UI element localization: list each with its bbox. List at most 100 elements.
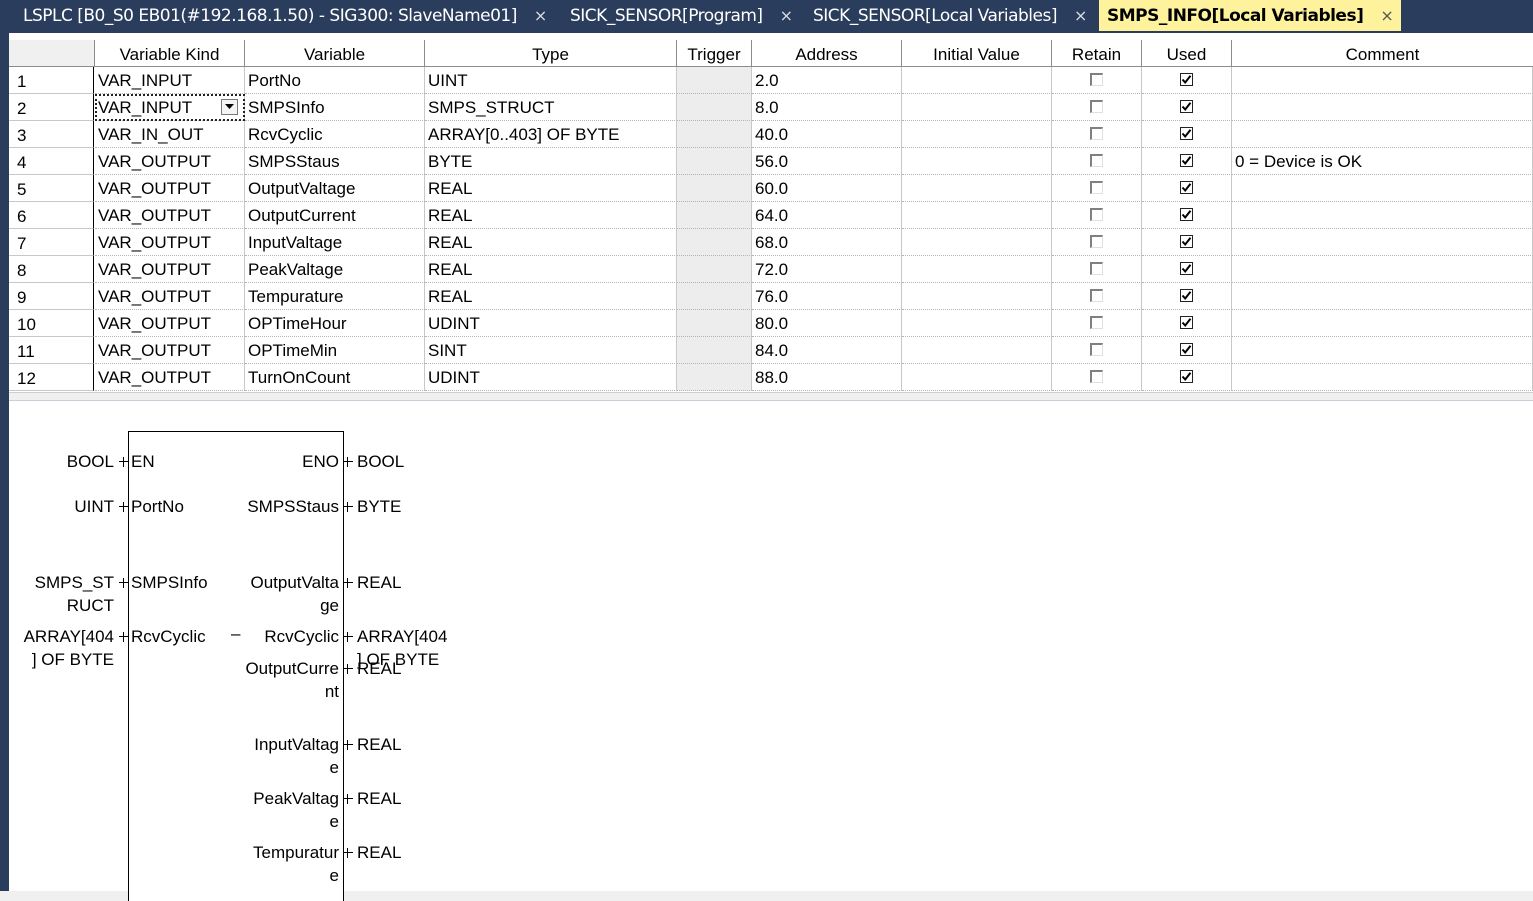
close-icon[interactable]: × (780, 0, 793, 31)
row-number[interactable]: 10 (9, 310, 94, 337)
row-number[interactable]: 1 (9, 67, 94, 94)
variable-kind-cell[interactable]: VAR_OUTPUT (95, 202, 245, 229)
unchecked-checkbox-icon[interactable] (1090, 289, 1103, 303)
retain-checkbox[interactable] (1052, 283, 1142, 310)
initial-value-cell[interactable] (902, 283, 1052, 310)
retain-checkbox[interactable] (1052, 256, 1142, 283)
variable-kind-cell[interactable]: VAR_IN_OUT (95, 121, 245, 148)
unchecked-checkbox-icon[interactable] (1090, 73, 1103, 87)
type-cell[interactable]: REAL (425, 175, 677, 202)
address-cell[interactable]: 56.0 (752, 148, 902, 175)
row-number[interactable]: 5 (9, 175, 94, 202)
comment-cell[interactable] (1232, 175, 1533, 202)
variable-kind-cell[interactable]: VAR_OUTPUT (95, 283, 245, 310)
retain-checkbox[interactable] (1052, 337, 1142, 364)
column-header-trigger[interactable]: Trigger (677, 40, 752, 67)
address-cell[interactable]: 84.0 (752, 337, 902, 364)
close-icon[interactable]: × (1074, 0, 1087, 31)
trigger-cell[interactable] (677, 337, 752, 364)
used-checkbox[interactable] (1142, 94, 1232, 121)
initial-value-cell[interactable] (902, 256, 1052, 283)
trigger-cell[interactable] (677, 283, 752, 310)
used-checkbox[interactable] (1142, 283, 1232, 310)
used-checkbox[interactable] (1142, 202, 1232, 229)
comment-cell[interactable] (1232, 202, 1533, 229)
row-number[interactable]: 8 (9, 256, 94, 283)
checked-checkbox-icon[interactable] (1180, 127, 1193, 141)
used-checkbox[interactable] (1142, 364, 1232, 391)
variable-name-cell[interactable]: SMPSInfo (245, 94, 425, 121)
checked-checkbox-icon[interactable] (1180, 154, 1193, 168)
used-checkbox[interactable] (1142, 121, 1232, 148)
variable-name-cell[interactable]: Tempurature (245, 283, 425, 310)
variable-name-cell[interactable]: PeakValtage (245, 256, 425, 283)
type-cell[interactable]: SMPS_STRUCT (425, 94, 677, 121)
used-checkbox[interactable] (1142, 337, 1232, 364)
unchecked-checkbox-icon[interactable] (1090, 316, 1103, 330)
variable-name-cell[interactable]: PortNo (245, 67, 425, 94)
type-cell[interactable]: BYTE (425, 148, 677, 175)
initial-value-cell[interactable] (902, 67, 1052, 94)
address-cell[interactable]: 64.0 (752, 202, 902, 229)
pane-splitter[interactable] (9, 392, 1533, 401)
type-cell[interactable]: SINT (425, 337, 677, 364)
used-checkbox[interactable] (1142, 229, 1232, 256)
initial-value-cell[interactable] (902, 121, 1052, 148)
comment-cell[interactable] (1232, 229, 1533, 256)
trigger-cell[interactable] (677, 121, 752, 148)
comment-cell[interactable] (1232, 364, 1533, 391)
initial-value-cell[interactable] (902, 202, 1052, 229)
column-header-type[interactable]: Type (425, 40, 677, 67)
used-checkbox[interactable] (1142, 256, 1232, 283)
address-cell[interactable]: 72.0 (752, 256, 902, 283)
trigger-cell[interactable] (677, 94, 752, 121)
initial-value-cell[interactable] (902, 337, 1052, 364)
address-cell[interactable]: 2.0 (752, 67, 902, 94)
checked-checkbox-icon[interactable] (1180, 289, 1193, 303)
column-header-retain[interactable]: Retain (1052, 40, 1142, 67)
comment-cell[interactable] (1232, 310, 1533, 337)
comment-cell[interactable] (1232, 256, 1533, 283)
address-cell[interactable]: 88.0 (752, 364, 902, 391)
address-cell[interactable]: 60.0 (752, 175, 902, 202)
initial-value-cell[interactable] (902, 175, 1052, 202)
address-cell[interactable]: 80.0 (752, 310, 902, 337)
variable-kind-cell[interactable]: VAR_OUTPUT (95, 229, 245, 256)
type-cell[interactable]: ARRAY[0..403] OF BYTE (425, 121, 677, 148)
retain-checkbox[interactable] (1052, 364, 1142, 391)
unchecked-checkbox-icon[interactable] (1090, 127, 1103, 141)
tab-sick-sensor-program[interactable]: SICK_SENSOR[Program] × (570, 0, 793, 31)
used-checkbox[interactable] (1142, 310, 1232, 337)
type-cell[interactable]: UINT (425, 67, 677, 94)
checked-checkbox-icon[interactable] (1180, 208, 1193, 222)
row-number[interactable]: 6 (9, 202, 94, 229)
unchecked-checkbox-icon[interactable] (1090, 181, 1103, 195)
close-icon[interactable]: × (1380, 0, 1393, 31)
trigger-cell[interactable] (677, 175, 752, 202)
retain-checkbox[interactable] (1052, 202, 1142, 229)
comment-cell[interactable] (1232, 94, 1533, 121)
unchecked-checkbox-icon[interactable] (1090, 370, 1103, 384)
column-header-initial-value[interactable]: Initial Value (902, 40, 1052, 67)
comment-cell[interactable] (1232, 67, 1533, 94)
comment-cell[interactable] (1232, 283, 1533, 310)
column-header-used[interactable]: Used (1142, 40, 1232, 67)
unchecked-checkbox-icon[interactable] (1090, 100, 1103, 114)
tab-smps-info-local-variables[interactable]: SMPS_INFO[Local Variables] × (1099, 0, 1402, 31)
variable-kind-cell[interactable]: VAR_INPUT (95, 94, 245, 121)
type-cell[interactable]: REAL (425, 256, 677, 283)
column-header-variable[interactable]: Variable (245, 40, 425, 67)
row-number[interactable]: 4 (9, 148, 94, 175)
variable-name-cell[interactable]: TurnOnCount (245, 364, 425, 391)
retain-checkbox[interactable] (1052, 94, 1142, 121)
checked-checkbox-icon[interactable] (1180, 235, 1193, 249)
initial-value-cell[interactable] (902, 364, 1052, 391)
used-checkbox[interactable] (1142, 175, 1232, 202)
address-cell[interactable]: 40.0 (752, 121, 902, 148)
address-cell[interactable]: 76.0 (752, 283, 902, 310)
unchecked-checkbox-icon[interactable] (1090, 343, 1103, 357)
variable-kind-cell[interactable]: VAR_OUTPUT (95, 337, 245, 364)
column-header-comment[interactable]: Comment (1232, 40, 1533, 67)
type-cell[interactable]: REAL (425, 283, 677, 310)
checked-checkbox-icon[interactable] (1180, 73, 1193, 87)
